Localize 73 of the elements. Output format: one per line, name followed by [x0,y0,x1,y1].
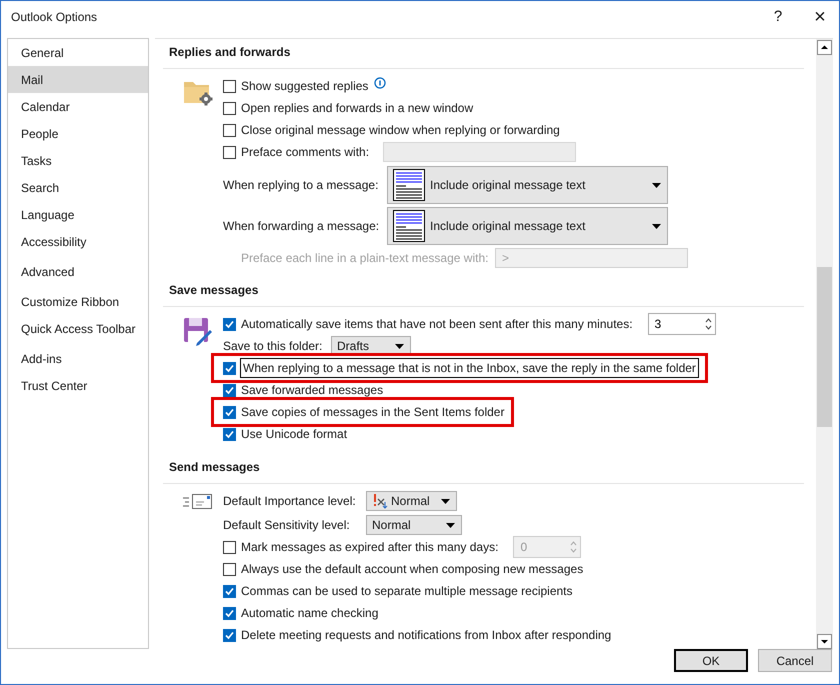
dialog-button[interactable]: Cancel [758,649,832,672]
dropdown[interactable]: Normal [366,491,457,511]
option-label: Preface each line in a plain-text message with: [241,250,490,267]
caret-icon [441,498,450,504]
sidebar-item[interactable]: People [8,120,148,147]
option-label: Delete meeting requests and notifications from Inbox after responding [241,627,612,644]
floppy-pencil-icon [183,316,213,346]
sidebar-item[interactable]: Tasks [8,147,148,174]
checkbox[interactable] [223,384,236,396]
sidebar-item[interactable]: Language [8,201,148,228]
scroll-up-icon[interactable] [817,40,832,55]
document-icon [393,210,425,242]
scroll-down-icon[interactable] [817,634,832,649]
checkbox[interactable] [223,362,236,374]
sidebar-item[interactable]: Search [8,174,148,201]
sidebar-item[interactable]: Quick Access Toolbar [8,315,148,342]
caret-icon [395,344,404,348]
section-heading: Replies and forwards [169,45,290,59]
section-heading: Save messages [169,283,258,297]
checkbox[interactable] [223,80,236,92]
sidebar-item[interactable]: Calendar [8,93,148,120]
caret-icon [652,224,661,228]
option-label: When replying to a message: [223,177,380,194]
checkbox[interactable] [223,584,236,598]
option-label: Show suggested replies [241,78,368,95]
checkbox[interactable] [223,146,236,158]
envelope-icon [183,493,213,511]
checkbox[interactable] [223,318,236,330]
dropdown[interactable]: Include original message text [387,207,668,245]
option-label: When forwarding a message: [223,218,380,235]
option-label: Close original message window when replying or forwarding [241,122,560,139]
sidebar-item[interactable]: Accessibility [8,228,148,255]
option-label: Preface comments with: [241,144,370,161]
sidebar-item[interactable]: Mail [8,66,148,93]
option-label: Save copies of messages in the Sent Items folder [241,404,504,421]
checkbox[interactable] [223,428,236,440]
checkbox[interactable] [223,406,236,418]
number-spinner[interactable]: 3 [648,313,716,335]
checkbox[interactable] [223,562,236,576]
checkbox[interactable] [223,102,236,114]
option-label: Save to this folder: [223,338,324,355]
sidebar-item[interactable]: Add-ins [8,345,148,372]
option-label: When replying to a message that is not in the Inbox, save the reply in the same folder [241,359,698,377]
window-title: Outlook Options [11,9,98,26]
option-label: Default Importance level: [223,493,357,510]
checkbox[interactable] [223,606,236,620]
option-label: Mark messages as expired after this many days: [241,539,498,556]
close-button[interactable]: × [805,2,835,32]
caret-icon [446,522,455,528]
checkbox[interactable] [223,628,236,642]
option-label: Automatically save items that have not been sent after this many minutes: [241,316,633,333]
option-label: Use Unicode format [241,426,348,443]
option-label: Automatic name checking [241,605,378,622]
text-field[interactable] [383,142,576,162]
sidebar-item[interactable]: Advanced [8,258,148,285]
caret-icon [652,182,661,188]
dialog-button[interactable]: OK [674,649,748,672]
sidebar-item[interactable]: Customize Ribbon [8,288,148,315]
section-heading: Send messages [169,460,260,474]
info-icon[interactable] [374,77,386,89]
option-label: Open replies and forwards in a new window [241,100,474,117]
option-label: Commas can be used to separate multiple message recipients [241,583,572,600]
scroll-thumb[interactable] [817,267,832,427]
option-label: Always use the default account when composing new messages [241,561,584,578]
help-button[interactable]: ? [763,2,793,32]
sidebar-item[interactable]: General [8,39,148,66]
option-label: Default Sensitivity level: [223,517,351,534]
dropdown[interactable]: Include original message text [387,166,668,204]
document-icon [393,169,425,201]
sidebar-item[interactable]: Trust Center [8,372,148,399]
checkbox[interactable] [223,124,236,136]
dropdown[interactable]: Normal [366,515,462,535]
option-label: Save forwarded messages [241,382,384,399]
